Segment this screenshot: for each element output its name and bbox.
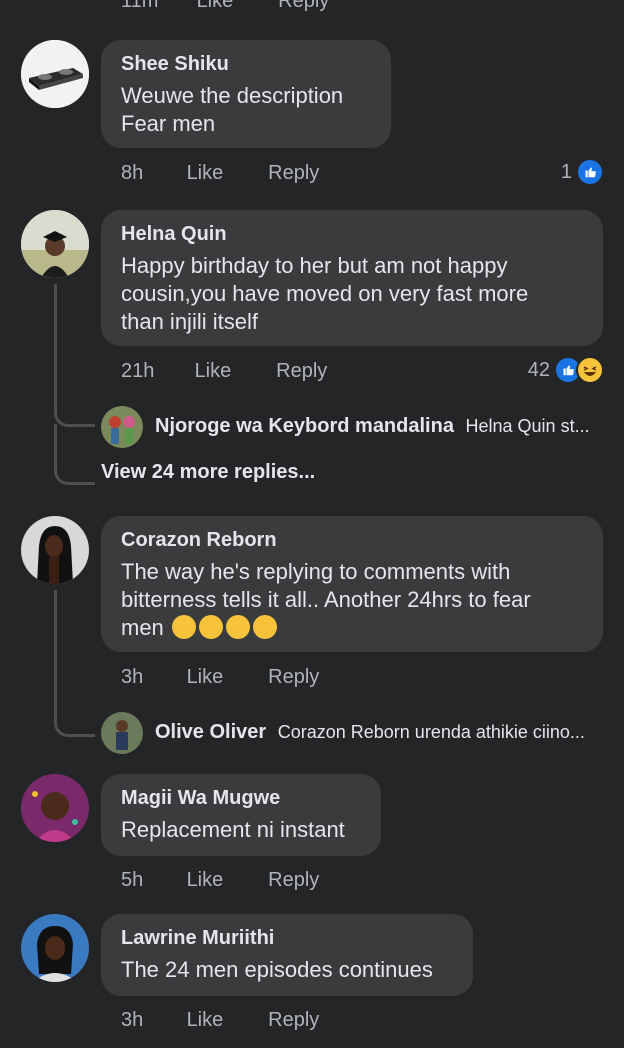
haha-reaction-icon: [576, 356, 604, 384]
top-actions-row: 11m Like Reply: [121, 0, 329, 13]
sweat-smile-emoji-icon: [252, 615, 277, 639]
avatar[interactable]: [21, 210, 89, 278]
avatar[interactable]: [21, 914, 89, 982]
reaction-summary[interactable]: 42: [528, 356, 604, 384]
comment-bubble: Magii Wa Mugwe Replacement ni instant: [101, 774, 381, 856]
comment-bubble: Helna Quin Happy birthday to her but am …: [101, 210, 603, 346]
sweat-smile-emoji-icon: [225, 615, 250, 639]
reply-avatar[interactable]: [101, 406, 143, 448]
comment-text: Weuwe the description Fear men: [121, 83, 344, 136]
comment-text: The 24 men episodes continues: [121, 957, 433, 982]
woman-portrait-icon: [21, 516, 89, 584]
emoji-group: [171, 615, 280, 640]
view-more-replies-link[interactable]: View 24 more replies...: [101, 461, 315, 484]
reply-preview[interactable]: Njoroge wa Keybord mandalina Helna Quin …: [155, 415, 590, 438]
reaction-count: 1: [560, 160, 572, 183]
reply-button[interactable]: Reply: [276, 360, 327, 383]
reply-button[interactable]: Reply: [268, 869, 319, 892]
sweat-smile-emoji-icon: [198, 615, 223, 639]
comment-actions: 3h Like Reply: [121, 1009, 319, 1032]
comment-actions: 3h Like Reply: [121, 666, 319, 689]
reply-button[interactable]: Reply: [268, 162, 319, 185]
reply-thread-line: [54, 284, 95, 427]
like-button[interactable]: Like: [197, 0, 273, 13]
comment-time: 8h: [121, 162, 144, 184]
commenter-name[interactable]: Magii Wa Mugwe: [121, 786, 361, 810]
reply-author-name[interactable]: Njoroge wa Keybord mandalina: [155, 415, 454, 437]
gas-stove-icon: [21, 40, 89, 108]
like-button[interactable]: Like: [195, 360, 271, 383]
reply-thread-line: [54, 424, 95, 485]
reply-snippet: Helna Quin st...: [465, 416, 590, 436]
reply-snippet: Corazon Reborn urenda athikie ciino...: [277, 722, 585, 742]
comment-time: 11m: [121, 0, 159, 12]
comment-time: 21h: [121, 360, 155, 382]
sweat-smile-emoji-icon: [171, 615, 196, 639]
reply-author-name[interactable]: Olive Oliver: [155, 721, 266, 743]
comment-text: Replacement ni instant: [121, 817, 345, 842]
like-reaction-icon: [576, 158, 604, 186]
comment-bubble: Corazon Reborn The way he's replying to …: [101, 516, 603, 652]
reply-avatar-image: [101, 406, 143, 448]
commenter-name[interactable]: Corazon Reborn: [121, 528, 583, 552]
reply-button[interactable]: Reply: [268, 666, 319, 689]
reply-preview[interactable]: Olive Oliver Corazon Reborn urenda athik…: [155, 721, 585, 744]
avatar[interactable]: [21, 774, 89, 842]
commenter-name[interactable]: Helna Quin: [121, 222, 583, 246]
woman-portrait-icon: [21, 774, 89, 842]
comment-actions: 21h Like Reply: [121, 360, 327, 383]
like-button[interactable]: Like: [187, 869, 263, 892]
comment-time: 3h: [121, 666, 144, 688]
avatar[interactable]: [21, 40, 89, 108]
graduate-portrait-icon: [21, 210, 89, 278]
reply-button[interactable]: Reply: [278, 0, 329, 13]
like-button[interactable]: Like: [187, 666, 263, 689]
comment-actions: 5h Like Reply: [121, 869, 319, 892]
comment-bubble: Lawrine Muriithi The 24 men episodes con…: [101, 914, 473, 996]
like-button[interactable]: Like: [187, 162, 263, 185]
reply-avatar[interactable]: [101, 712, 143, 754]
comment-bubble: Shee Shiku Weuwe the description Fear me…: [101, 40, 391, 148]
commenter-name[interactable]: Shee Shiku: [121, 52, 371, 76]
woman-portrait-icon: [21, 914, 89, 982]
comment-text: Happy birthday to her but am not happy c…: [121, 253, 529, 334]
reply-avatar-image: [101, 712, 143, 754]
avatar[interactable]: [21, 516, 89, 584]
like-button[interactable]: Like: [187, 1009, 263, 1032]
comment-time: 3h: [121, 1009, 144, 1031]
reply-button[interactable]: Reply: [268, 1009, 319, 1032]
comment-actions: 8h Like Reply: [121, 162, 319, 185]
reaction-summary[interactable]: 1: [561, 158, 604, 186]
reply-thread-line: [54, 590, 95, 737]
comment-time: 5h: [121, 869, 144, 891]
comment-text: The way he's replying to comments with b…: [121, 558, 583, 642]
commenter-name[interactable]: Lawrine Muriithi: [121, 926, 453, 950]
reaction-count: 42: [527, 358, 550, 381]
